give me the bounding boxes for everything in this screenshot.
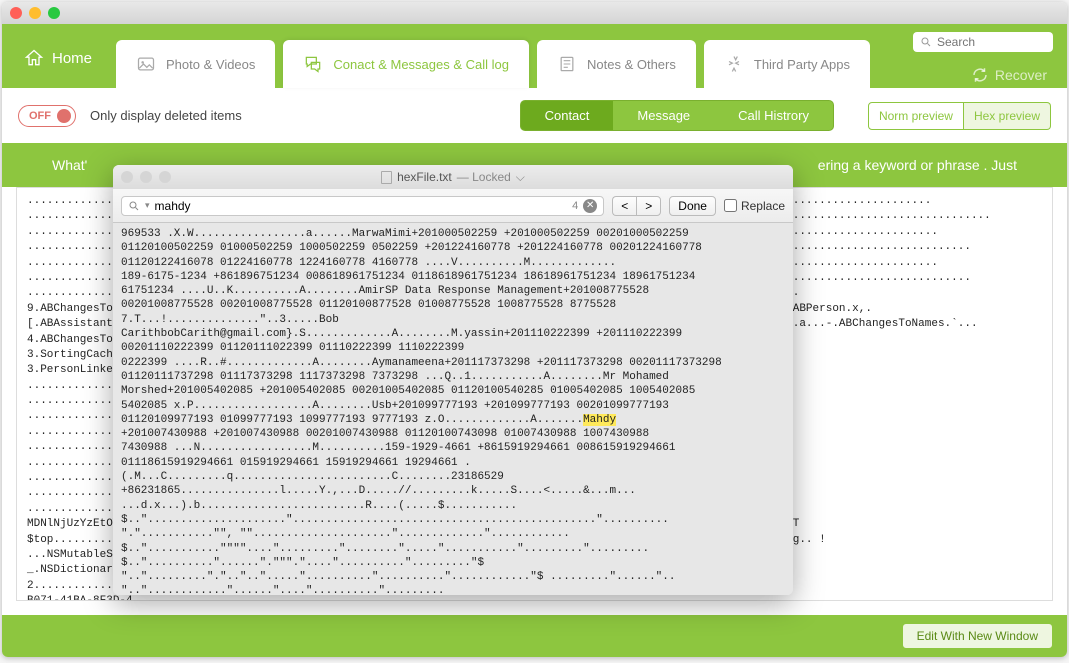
tab-label: Photo & Videos (166, 57, 255, 72)
norm-preview-button[interactable]: Norm preview (868, 102, 964, 130)
hint-left: What' (52, 157, 112, 173)
overlay-title: hexFile.txt — Locked ⌵ (113, 170, 793, 185)
toolbar: OFF Only display deleted items Contact M… (2, 88, 1067, 143)
subtab-message[interactable]: Message (613, 101, 714, 130)
minimize-icon[interactable] (140, 171, 152, 183)
maximize-icon[interactable] (159, 171, 171, 183)
home-button[interactable]: Home (16, 34, 116, 88)
find-next-button[interactable]: > (636, 196, 661, 216)
chevron-down-icon[interactable]: ⌵ (516, 170, 525, 185)
search-box[interactable] (913, 32, 1053, 52)
tab-label: Conact & Messages & Call log (333, 57, 509, 72)
search-input[interactable] (937, 35, 1037, 49)
note-icon (557, 54, 577, 74)
overlay-locked-label: — Locked (457, 170, 511, 184)
replace-label: Replace (741, 199, 785, 213)
text-editor-window: hexFile.txt — Locked ⌵ ▾ 4 ✕ < > Done Re… (113, 165, 793, 595)
find-field[interactable]: ▾ 4 ✕ (121, 196, 604, 216)
home-label: Home (52, 50, 92, 67)
toggle-state: OFF (29, 110, 51, 122)
search-icon (128, 200, 140, 212)
close-icon[interactable] (10, 7, 22, 19)
subtab-contact[interactable]: Contact (521, 101, 614, 130)
deleted-toggle[interactable]: OFF (18, 105, 76, 127)
recover-label: Recover (995, 67, 1047, 83)
recover-button[interactable]: Recover (965, 62, 1053, 88)
apps-icon (724, 54, 744, 74)
overlay-filename: hexFile.txt (397, 170, 452, 184)
header-bar: Home Photo & Videos Conact & Messages & … (2, 24, 1067, 88)
subtab-call[interactable]: Call Histrory (714, 101, 833, 130)
footer-bar: Edit With New Window (2, 615, 1067, 657)
main-titlebar (2, 2, 1067, 24)
search-highlight: Mahdy (583, 414, 616, 426)
document-icon (381, 171, 392, 184)
image-icon (136, 54, 156, 74)
body-pre: 969533 .X.W.................a......Marwa… (121, 228, 722, 426)
replace-checkbox[interactable]: Replace (724, 199, 785, 213)
refresh-icon (971, 66, 989, 84)
done-button[interactable]: Done (669, 196, 716, 216)
toggle-label: Only display deleted items (90, 108, 242, 123)
hex-text-body[interactable]: 969533 .X.W.................a......Marwa… (113, 223, 793, 595)
hint-right: ering a keyword or phrase . Just (818, 157, 1017, 173)
subtabs: Contact Message Call Histrory (520, 100, 834, 131)
close-icon[interactable] (121, 171, 133, 183)
header-right: Recover (913, 32, 1053, 88)
overlay-titlebar: hexFile.txt — Locked ⌵ (113, 165, 793, 189)
chat-icon (303, 54, 323, 74)
main-tabs: Photo & Videos Conact & Messages & Call … (116, 40, 870, 88)
clear-icon[interactable]: ✕ (583, 199, 597, 213)
tab-photo-videos[interactable]: Photo & Videos (116, 40, 275, 88)
tab-label: Third Party Apps (754, 57, 850, 72)
hex-preview-button[interactable]: Hex preview (964, 102, 1051, 130)
tab-contacts-messages[interactable]: Conact & Messages & Call log (283, 40, 529, 88)
edit-new-window-button[interactable]: Edit With New Window (902, 623, 1053, 649)
overlay-traffic-lights (121, 171, 171, 183)
find-count: 4 (572, 200, 578, 212)
tab-notes-others[interactable]: Notes & Others (537, 40, 696, 88)
tab-label: Notes & Others (587, 57, 676, 72)
traffic-lights (10, 7, 60, 19)
find-prev-button[interactable]: < (612, 196, 636, 216)
replace-check-input[interactable] (724, 199, 737, 212)
tab-third-party[interactable]: Third Party Apps (704, 40, 870, 88)
toggle-knob-icon (57, 109, 71, 123)
maximize-icon[interactable] (48, 7, 60, 19)
find-toolbar: ▾ 4 ✕ < > Done Replace (113, 189, 793, 223)
chevron-down-icon[interactable]: ▾ (145, 200, 150, 211)
minimize-icon[interactable] (29, 7, 41, 19)
home-icon (24, 48, 44, 68)
preview-buttons: Norm preview Hex preview (868, 102, 1051, 130)
search-icon (920, 36, 932, 48)
find-nav: < > (612, 196, 661, 216)
find-input[interactable] (155, 199, 568, 213)
body-post: +201007430988 +201007430988 002010074309… (121, 428, 676, 595)
